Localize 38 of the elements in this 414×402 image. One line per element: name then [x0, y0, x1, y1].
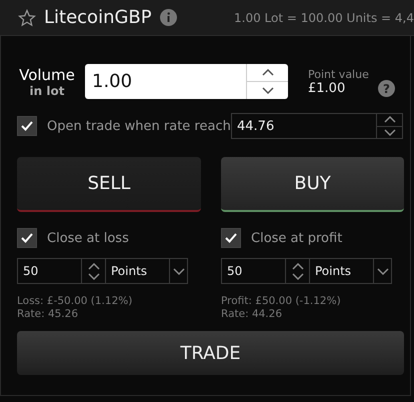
- result-text: Profit: £50.00 (-1.12%): [221, 295, 342, 308]
- point-value-label: Point value: [308, 68, 369, 80]
- up-chevron-icon[interactable]: [88, 262, 100, 270]
- volume-field[interactable]: 1.00: [85, 64, 288, 99]
- checkbox[interactable]: [17, 116, 37, 136]
- points-field[interactable]: 50 Points: [17, 258, 188, 284]
- open-trade-label: Open trade when rate reach: [47, 118, 231, 134]
- side-button[interactable]: BUY: [221, 157, 404, 212]
- unit-select[interactable]: Points: [105, 259, 169, 283]
- instrument-title: LitecoinGBP: [44, 7, 152, 28]
- help-icon[interactable]: ?: [378, 80, 395, 97]
- result-text: Loss: £-50.00 (1.12%): [17, 295, 134, 308]
- up-chevron-icon[interactable]: [262, 69, 274, 76]
- up-chevron-icon[interactable]: [292, 262, 304, 270]
- rate-text: Rate: 44.26: [221, 308, 284, 321]
- info-icon[interactable]: [160, 9, 177, 26]
- dropdown-chevron-icon[interactable]: [172, 268, 184, 274]
- unit-select[interactable]: Points: [309, 259, 373, 283]
- volume-label: Volume: [19, 66, 75, 84]
- close-label: Close at profit: [251, 230, 342, 246]
- checkbox[interactable]: [17, 228, 37, 248]
- side-button[interactable]: SELL: [17, 157, 201, 212]
- down-chevron-icon[interactable]: [88, 272, 100, 280]
- close-label: Close at loss: [47, 230, 129, 246]
- down-chevron-icon[interactable]: [262, 87, 274, 94]
- rate-field[interactable]: 44.76: [231, 113, 403, 139]
- star-icon[interactable]: [18, 8, 36, 26]
- lot-summary: 1.00 Lot = 100.00 Units = 4,4: [234, 10, 414, 24]
- rate-text: Rate: 45.26: [17, 308, 80, 321]
- dropdown-chevron-icon[interactable]: [376, 268, 388, 274]
- down-chevron-icon[interactable]: [292, 272, 304, 280]
- trade-button[interactable]: TRADE: [17, 331, 404, 375]
- volume-unit: in lot: [30, 84, 64, 98]
- point-value: £1.00: [308, 80, 346, 96]
- points-field[interactable]: 50 Points: [221, 258, 392, 284]
- down-chevron-icon[interactable]: [384, 128, 396, 136]
- up-chevron-icon[interactable]: [384, 116, 396, 124]
- checkbox[interactable]: [221, 228, 241, 248]
